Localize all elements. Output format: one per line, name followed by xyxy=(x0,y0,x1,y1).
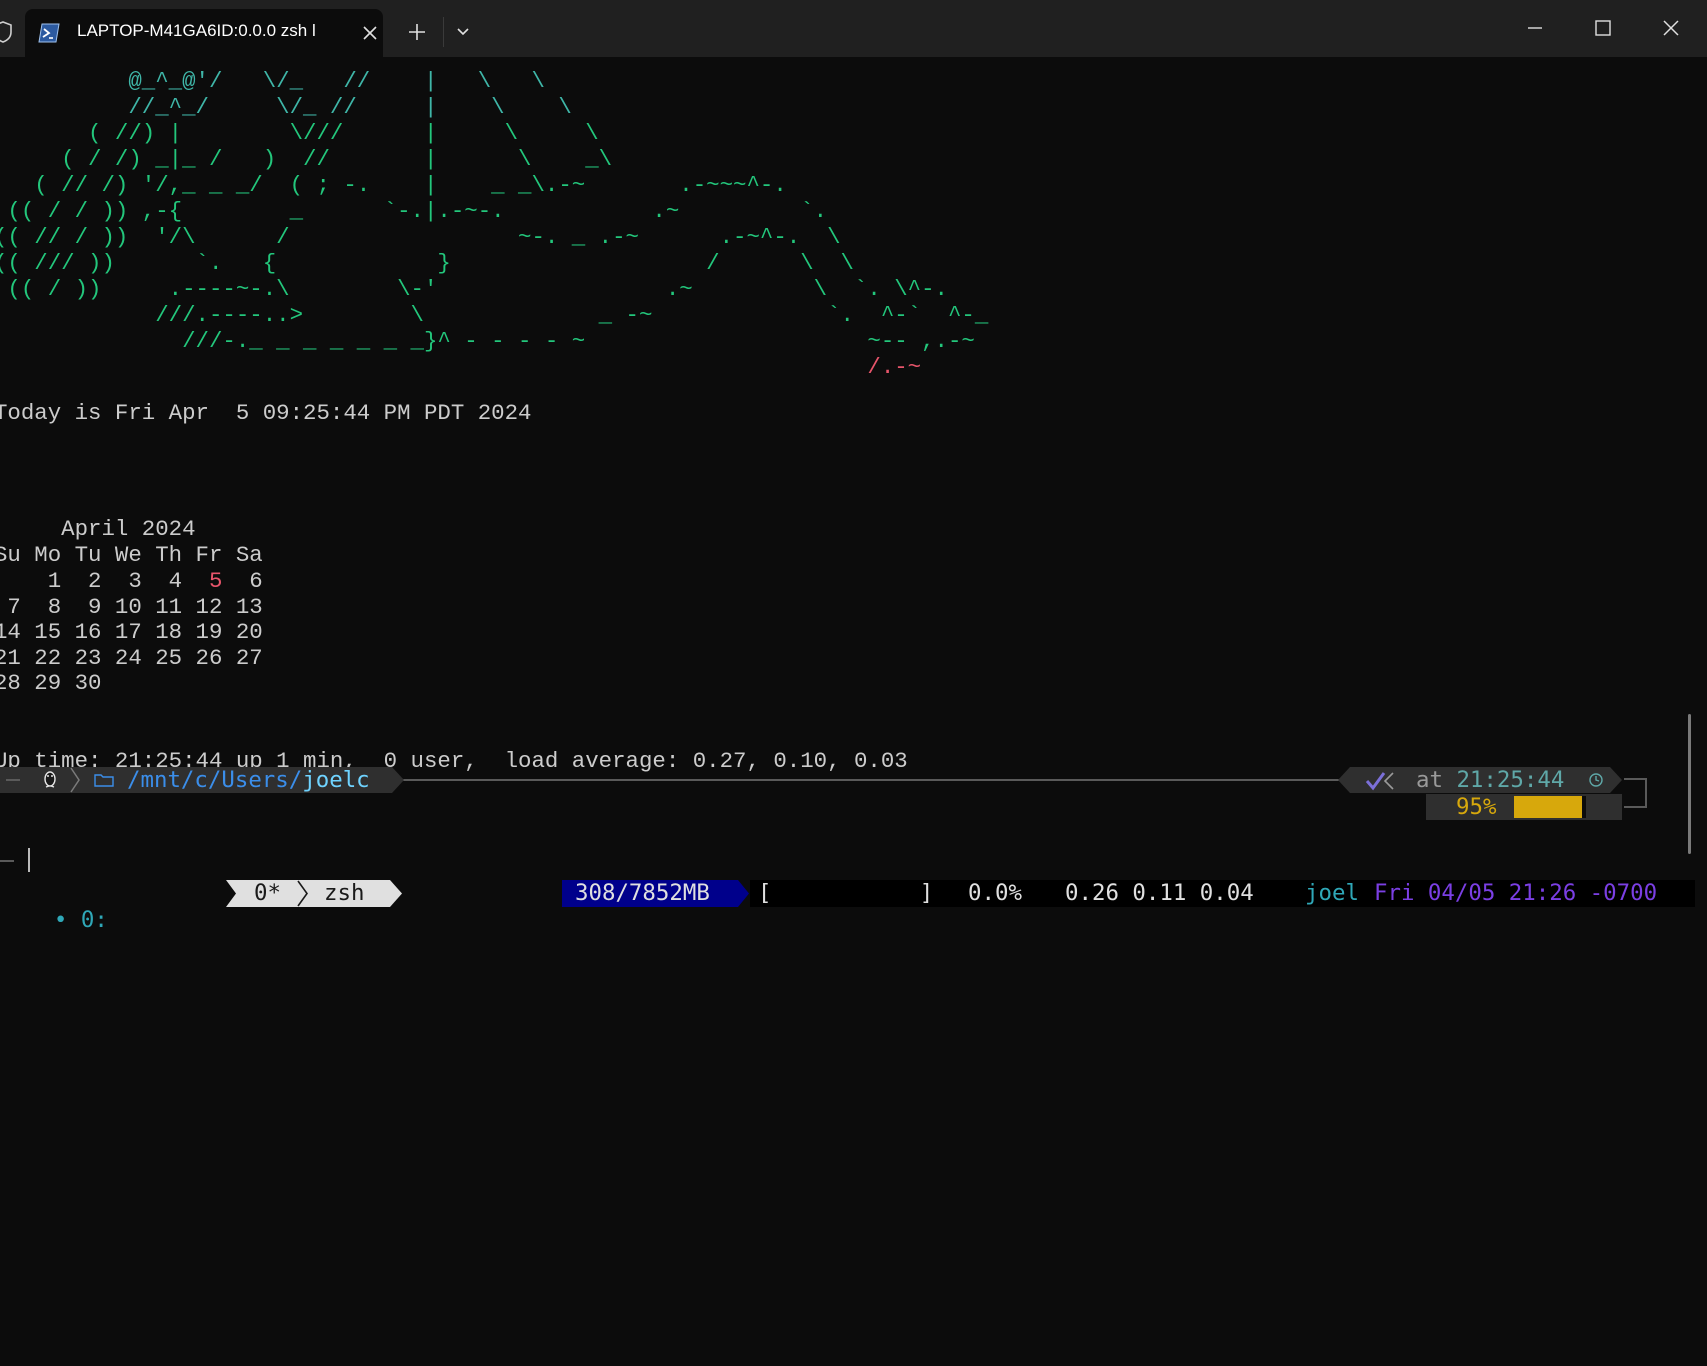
ascii-art-line: (( / )) .----~-.\ \-' .~ \ `. \^-. xyxy=(0,276,948,302)
folder-icon xyxy=(94,774,114,787)
session-arrow-icon: • xyxy=(53,907,68,933)
memory-end-icon xyxy=(738,880,749,907)
ascii-art-line: (( /// )) `. { } / \ \ xyxy=(0,250,854,276)
calendar-week-row: 21 22 23 24 25 26 27 xyxy=(0,644,263,671)
tab-title: LAPTOP-M41GA6ID:0.0.0 zsh l xyxy=(77,21,316,40)
maximize-icon[interactable] xyxy=(1588,17,1618,39)
close-window-icon[interactable] xyxy=(1656,16,1686,40)
calendar-today: 5 xyxy=(209,568,223,594)
date-time: Fri 04/05 21:26 -0700 xyxy=(1374,880,1658,906)
ascii-art-line: ///.----..> \ _ -~ `. ^-` ^-_ xyxy=(0,302,989,328)
window-sep-icon xyxy=(297,880,308,907)
battery-fill xyxy=(1514,796,1583,818)
calendar-week-row: 28 29 30 xyxy=(0,670,102,697)
terminal-area[interactable]: @_^_@'/ \/_ // | \ \ //_^_/ \/_ // | \ \… xyxy=(0,57,1693,907)
current-path: /mnt/c/Users/joelc xyxy=(127,767,370,793)
tab-terminal[interactable]: LAPTOP-M41GA6ID:0.0.0 zsh l xyxy=(25,9,383,57)
battery-percent: 95% xyxy=(1456,794,1497,820)
close-tab-icon[interactable] xyxy=(361,24,379,42)
powershell-icon xyxy=(38,23,60,43)
ascii-art-line: ( //) | \/// | \ \ xyxy=(0,120,599,146)
window-end-icon xyxy=(390,880,402,907)
prompt-divider xyxy=(400,779,1360,781)
cpu-bar: [ ] xyxy=(758,880,934,906)
minimize-icon[interactable] xyxy=(1520,17,1550,39)
scrollbar-thumb[interactable] xyxy=(1688,714,1691,854)
battery-bar xyxy=(1514,796,1586,818)
ascii-art-line: ( / /) _|_ / ) // | \ _\ xyxy=(0,146,613,172)
ascii-art-line: ( // /) '/,_ _ _/ ( ; -. | _ _\.-~ .-~~~… xyxy=(0,172,787,198)
segment-end-icon xyxy=(392,767,404,793)
load-average: 0.26 0.11 0.04 xyxy=(1065,880,1254,906)
ascii-art-line: @_^_@'/ \/_ // | \ \ xyxy=(0,68,545,94)
tmux-status-bar: • 0: 0* zsh 308/7852MB [ ] 0.0% 0.26 0.1… xyxy=(0,880,1695,933)
session-label: • 0: xyxy=(53,907,108,933)
new-tab-icon[interactable] xyxy=(407,22,427,42)
calendar-week-row: 14 15 16 17 18 19 20 xyxy=(0,619,263,646)
ascii-art-line: (( / / )) ,-{ _ `-.|.-~-. .~ `. xyxy=(0,198,828,224)
segment-chevron-icon xyxy=(70,767,80,793)
user-name: joel xyxy=(1305,880,1359,906)
input-cursor[interactable] xyxy=(0,848,40,878)
shield-icon xyxy=(0,21,12,43)
segment-start-icon xyxy=(1338,767,1350,793)
calendar-header: Su Mo Tu We Th Fr Sa xyxy=(0,542,263,568)
ascii-art-line: ///-._ _ _ _ _ _ _}^ - - - - ~ ~-- ,.-~ xyxy=(0,328,975,354)
rule-left xyxy=(6,779,20,781)
tab-separator xyxy=(443,17,444,47)
check-icon xyxy=(1365,772,1394,791)
window-index: 0* xyxy=(254,880,281,906)
calendar-week-row: 7 8 9 10 11 12 13 xyxy=(0,593,263,620)
calendar-week-row: 1 2 3 4 5 6 xyxy=(0,568,263,594)
ascii-art-line: //_^_/ \/_ // | \ \ xyxy=(0,94,572,120)
prompt-time: at 21:25:44 xyxy=(1416,767,1565,793)
linux-icon xyxy=(44,771,56,788)
rule-right xyxy=(1624,778,1647,808)
segment-end-icon-right xyxy=(1610,767,1622,793)
window-start-icon xyxy=(226,880,240,907)
ascii-art-line: (( // / )) '/\ / ~-. _ .-~ .-~^-. \ xyxy=(0,224,841,250)
memory-usage: 308/7852MB xyxy=(575,880,710,906)
clock-icon xyxy=(1589,773,1603,787)
chevron-down-icon[interactable] xyxy=(455,24,471,40)
calendar-title: April 2024 xyxy=(0,516,196,542)
ascii-art-line: /.-~ xyxy=(0,354,922,380)
prompt-line: /mnt/c/Users/joelc at 21:25:44 95% xyxy=(0,766,1693,820)
window-name: zsh xyxy=(324,880,365,906)
cpu-percent: 0.0% xyxy=(968,880,1022,906)
today-line: Today is Fri Apr 5 09:25:44 PM PDT 2024 xyxy=(0,400,532,426)
title-bar: LAPTOP-M41GA6ID:0.0.0 zsh l xyxy=(0,0,1707,57)
